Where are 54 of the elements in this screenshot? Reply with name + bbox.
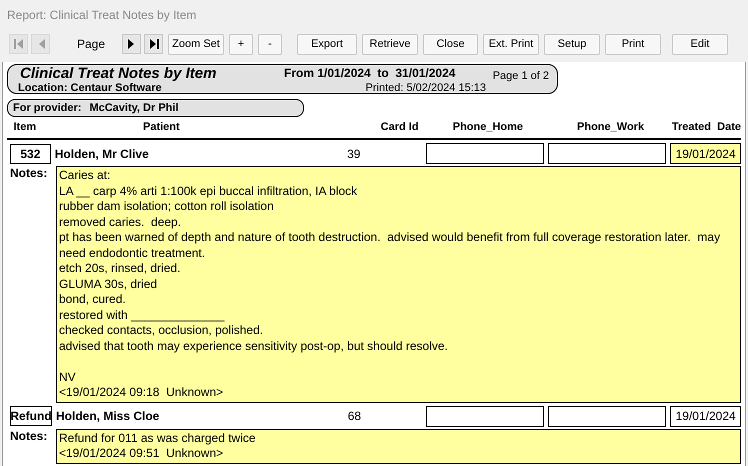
note-line: restored with ______________ [59,308,226,323]
date-range: From 1/01/2024 to 31/01/2024 [284,65,456,82]
note-line: removed caries. deep. [59,214,182,230]
patient-name: Holden, Miss Cloe [56,409,160,423]
page-label: Page [76,37,106,51]
skip-triangle-icon [148,38,160,50]
note-line: <19/01/2024 09:18 Unknown> [59,385,224,400]
last-page-button[interactable] [144,34,163,54]
page-number: Page 1 of 2 [492,69,549,84]
column-header: Item [12,121,38,133]
report-title: Clinical Treat Notes by Item [20,65,218,82]
column-header: Phone_Work [576,121,646,133]
printed-date: Printed: 5/02/2024 15:13 [366,82,486,94]
note-line: etch 20s, rinsed, dried. [59,261,182,276]
next-page-button[interactable] [122,34,141,54]
toolbar-button[interactable]: Zoom Set [168,34,224,54]
item-cell: Refund [10,406,52,426]
column-header: Phone_Home [452,121,524,133]
card-id: 68 [346,409,362,423]
note-line: Caries at: [59,168,112,184]
toolbar-button[interactable]: Setup [544,34,600,54]
column-header: Card Id [380,121,420,133]
toolbar-button[interactable]: Close [423,34,478,54]
note-line: checked contacts, occlusion, polished. [59,323,264,338]
skip-triangle-icon [12,38,24,50]
note-line: <19/01/2024 09:51 Unknown> [59,446,224,462]
window-title: Report: Clinical Treat Notes by Item [7,8,196,22]
toolbar-button[interactable]: Ext. Print [483,34,539,54]
card-id: 39 [346,146,362,160]
note-line: advised that tooth may experience sensitivity post-op, but should resolve. [59,338,449,354]
patient-name: Holden, Mr Clive [54,146,150,160]
toolbar-button[interactable]: Retrieve [362,34,418,54]
note-line: rubber dam isolation; cotton roll isolation [59,199,275,214]
toolbar-button[interactable]: Print [605,34,661,54]
treated-date: 19/01/2024 [670,143,741,164]
toolbar-button[interactable]: Edit [672,34,728,54]
note-line: bond, cured. [59,292,127,308]
column-header: Treated Date [672,121,741,133]
note-line: NV [59,370,77,385]
toolbar-button[interactable]: Export [297,34,357,54]
notes-label: Notes: [9,428,48,444]
item-cell: 532 [10,144,51,164]
note-line: GLUMA 30s, dried [59,276,158,292]
notes-label: Notes: [9,166,48,181]
toolbar-button[interactable]: - [258,34,282,54]
toolbar-button[interactable]: + [229,34,253,54]
note-line: pt has been warned of depth and nature of tooth destruction. advised would benefit from full coverage restoration later. may need endodontic treatment. [59,230,722,261]
note-line: Refund for 011 as was charged twice [59,430,257,446]
column-header: Patient [142,121,181,133]
provider-label: For provider: [13,102,82,114]
treated-date: 19/01/2024 [670,406,741,426]
provider-name: McCavity, Dr Phil [89,102,178,114]
note-line: LA __ carp 4% arti 1:100k epi buccal infiltration, IA block [59,184,358,199]
location-label: Location: Centaur Software [18,82,163,94]
